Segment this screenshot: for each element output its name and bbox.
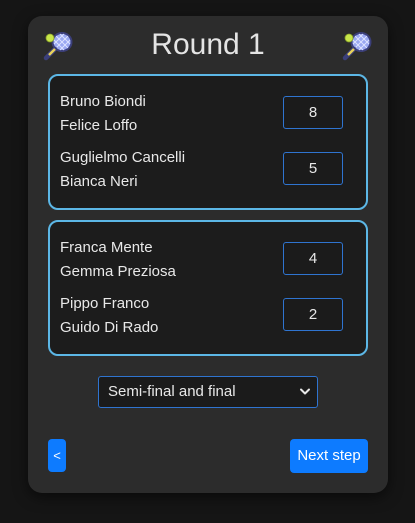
player-name: Felice Loffo [60, 117, 138, 134]
match-box: Franca Mente Gemma Preziosa 4 Pippo Fran… [48, 220, 368, 356]
match-box: Bruno Biondi Felice Loffo 8 Guglielmo Ca… [48, 74, 368, 210]
round-header: Round 1 [28, 16, 388, 74]
score-input[interactable]: 4 [283, 242, 343, 275]
pair-names: Guglielmo Cancelli Bianca Neri [60, 146, 185, 194]
back-button[interactable]: < [48, 439, 66, 472]
player-name: Gemma Preziosa [60, 263, 176, 280]
pair-names: Pippo Franco Guido Di Rado [60, 292, 158, 340]
player-name: Franca Mente [60, 239, 153, 256]
pair-row: Guglielmo Cancelli Bianca Neri 5 [60, 146, 360, 196]
pair-names: Bruno Biondi Felice Loffo [60, 90, 146, 138]
next-step-button[interactable]: Next step [290, 439, 368, 473]
player-name: Bruno Biondi [60, 93, 146, 110]
page-title: Round 1 [151, 28, 265, 61]
pair-row: Pippo Franco Guido Di Rado 2 [60, 292, 360, 342]
player-name: Pippo Franco [60, 295, 150, 312]
player-name: Guido Di Rado [60, 319, 159, 336]
chevron-down-icon [299, 377, 311, 407]
stage-select[interactable]: Semi-final and final [98, 376, 318, 408]
stage-select-value: Semi-final and final [108, 383, 236, 400]
pair-row: Bruno Biondi Felice Loffo 8 [60, 90, 360, 140]
pair-row: Franca Mente Gemma Preziosa 4 [60, 236, 360, 286]
pair-names: Franca Mente Gemma Preziosa [60, 236, 176, 284]
player-name: Bianca Neri [60, 173, 138, 190]
round-card: Round 1 Bruno Biondi Felice Loffo 8 Gugl… [28, 16, 388, 493]
score-input[interactable]: 2 [283, 298, 343, 331]
tennis-racket-icon [340, 30, 374, 64]
player-name: Guglielmo Cancelli [60, 149, 186, 166]
score-input[interactable]: 8 [283, 96, 343, 129]
score-input[interactable]: 5 [283, 152, 343, 185]
